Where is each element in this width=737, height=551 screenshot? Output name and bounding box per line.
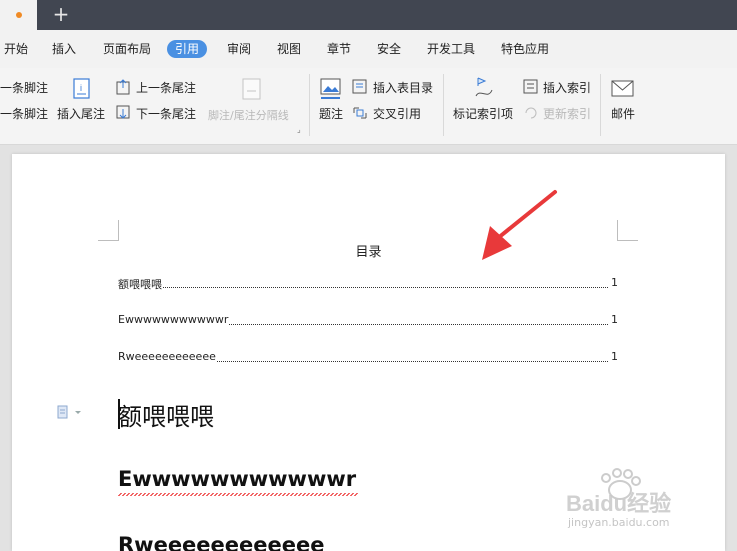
separator-line-button[interactable]: 脚注/尾注分隔线 xyxy=(208,108,289,124)
toc-title: 目录 xyxy=(355,245,382,260)
heading-1[interactable]: 额喂喂喂 xyxy=(118,397,214,432)
cross-reference-icon xyxy=(353,107,367,119)
insert-table-of-figures-button[interactable]: 插入表目录 xyxy=(373,80,433,96)
mark-index-icon xyxy=(475,77,493,97)
caption-button[interactable]: 题注 xyxy=(319,106,343,122)
toc-page-number: 1 xyxy=(611,350,618,363)
tab-home[interactable]: 开始 xyxy=(4,40,28,58)
table-of-figures-icon xyxy=(352,79,367,94)
tab-developer[interactable]: 开发工具 xyxy=(427,40,475,58)
toc-entry[interactable]: Ewwwwwwwwwwwr 1 xyxy=(118,313,618,329)
tab-references[interactable]: 引用 xyxy=(167,40,208,58)
toc-entry[interactable]: 额喂喂喂 1 xyxy=(118,276,618,292)
ribbon-toolbar: 一条脚注 一条脚注 i 插入尾注 上一条尾注 下一条尾注 脚注/尾注分隔线 ⌟ … xyxy=(0,68,737,145)
heading-2[interactable]: Ewwwwwwwwwwwr xyxy=(118,467,356,491)
insert-index-button[interactable]: 插入索引 xyxy=(543,80,591,96)
ribbon-divider xyxy=(309,74,310,136)
toc-page-number: 1 xyxy=(611,276,618,289)
heading-3[interactable]: Rweeeeeeeeeeee xyxy=(118,533,324,551)
prev-endnote-button[interactable]: 上一条尾注 xyxy=(136,80,196,96)
prev-endnote-icon xyxy=(116,79,130,95)
insert-endnote-button[interactable]: 插入尾注 xyxy=(57,106,105,122)
svg-text:i: i xyxy=(80,83,82,93)
mark-index-entry-button[interactable]: 标记索引项 xyxy=(453,106,513,122)
spellcheck-underline xyxy=(118,493,358,496)
next-endnote-button[interactable]: 下一条尾注 xyxy=(136,106,196,122)
next-endnote-icon xyxy=(116,105,130,119)
menu-bar: 开始 插入 页面布局 引用 审阅 视图 章节 安全 开发工具 特色应用 xyxy=(0,30,737,68)
mail-button[interactable]: 邮件 xyxy=(611,106,635,122)
tab-page-layout[interactable]: 页面布局 xyxy=(103,40,151,58)
update-index-button[interactable]: 更新索引 xyxy=(543,106,591,122)
toc-entry-text: Rweeeeeeeeeeee xyxy=(118,350,217,363)
toc-entry-text: 额喂喂喂 xyxy=(118,276,163,292)
title-bar: + xyxy=(0,0,737,30)
endnote-icon: i xyxy=(73,78,90,99)
tab-view[interactable]: 视图 xyxy=(277,40,301,58)
toc-page-number: 1 xyxy=(611,313,618,326)
annotation-arrow-icon xyxy=(482,190,557,260)
ribbon-divider xyxy=(600,74,601,136)
prev-footnote-button[interactable]: 一条脚注 xyxy=(0,80,48,96)
mail-icon xyxy=(611,80,634,97)
cross-reference-button[interactable]: 交叉引用 xyxy=(373,106,421,122)
toc-entry[interactable]: Rweeeeeeeeeeee 1 xyxy=(118,350,618,366)
tab-security[interactable]: 安全 xyxy=(377,40,401,58)
margin-corner-marker xyxy=(617,220,638,241)
separator-line-icon xyxy=(242,78,261,100)
toc-entry-text: Ewwwwwwwwwwwr xyxy=(118,313,230,326)
tab-insert[interactable]: 插入 xyxy=(52,40,76,58)
next-footnote-button[interactable]: 一条脚注 xyxy=(0,106,48,122)
paragraph-options-icon[interactable] xyxy=(56,405,84,419)
margin-corner-marker xyxy=(98,220,119,241)
caption-icon xyxy=(320,78,341,99)
update-index-icon xyxy=(525,107,537,119)
document-page[interactable]: 目录 额喂喂喂 1 Ewwwwwwwwwwwr 1 Rweeeeeeeeeeee… xyxy=(12,154,725,551)
group-expand-icon[interactable]: ⌟ xyxy=(297,122,301,138)
new-tab-icon[interactable]: + xyxy=(52,3,70,25)
unsaved-indicator-icon xyxy=(16,12,22,18)
insert-index-icon xyxy=(523,79,538,94)
tab-special[interactable]: 特色应用 xyxy=(501,40,549,58)
document-tab[interactable] xyxy=(0,0,37,30)
tab-review[interactable]: 审阅 xyxy=(227,40,251,58)
tab-section[interactable]: 章节 xyxy=(327,40,351,58)
ribbon-divider xyxy=(443,74,444,136)
